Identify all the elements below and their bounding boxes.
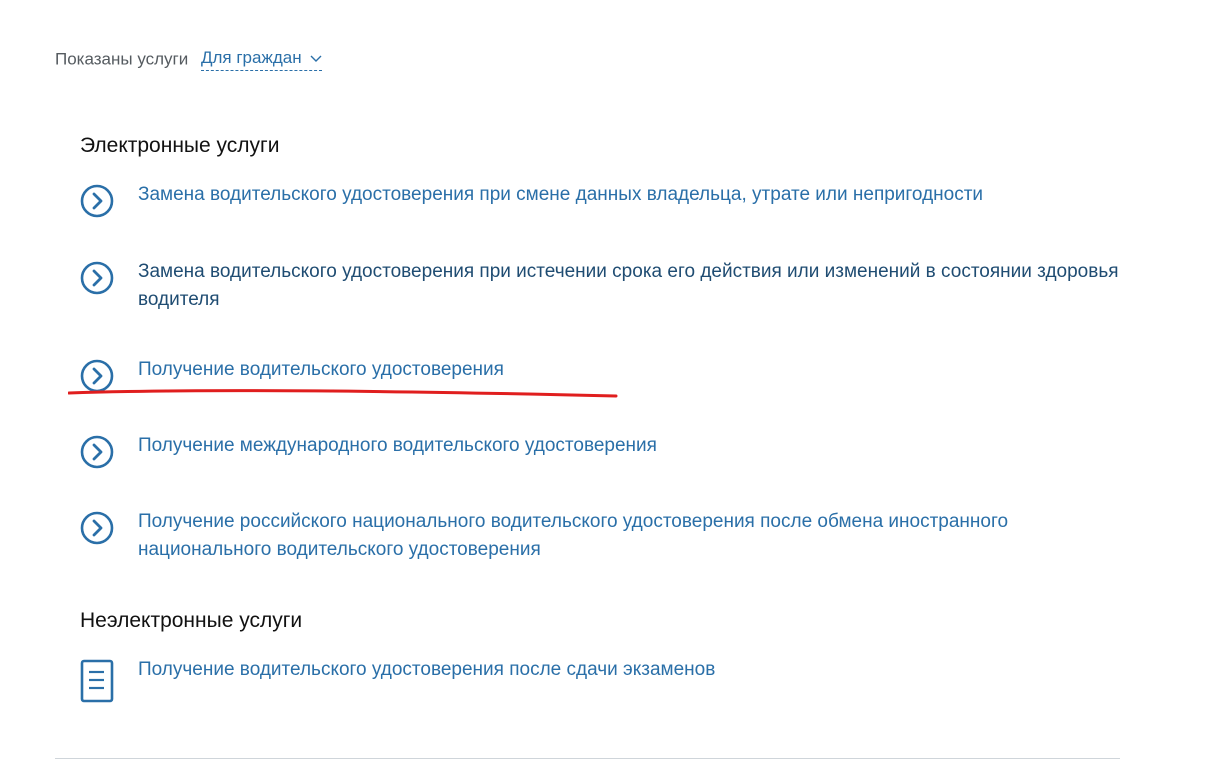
audience-dropdown[interactable]: Для граждан bbox=[201, 48, 323, 71]
circle-chevron-right-icon bbox=[80, 435, 114, 469]
service-link[interactable]: Замена водительского удостоверения при и… bbox=[138, 258, 1123, 314]
service-link[interactable]: Получение водительского удостоверения по… bbox=[138, 656, 1123, 684]
bottom-divider bbox=[55, 758, 1120, 759]
circle-chevron-right-icon bbox=[80, 261, 114, 295]
service-link[interactable]: Получение водительского удостоверения bbox=[138, 356, 1123, 384]
service-item-replacement-expiry[interactable]: Замена водительского удостоверения при и… bbox=[80, 261, 1123, 314]
audience-dropdown-value: Для граждан bbox=[201, 48, 302, 67]
electronic-services-heading: Электронные услуги bbox=[80, 134, 280, 157]
document-icon bbox=[80, 659, 114, 703]
service-item-international-license[interactable]: Получение международного водительского у… bbox=[80, 435, 1123, 469]
service-item-replacement-data-change[interactable]: Замена водительского удостоверения при с… bbox=[80, 184, 1123, 218]
service-item-foreign-exchange[interactable]: Получение российского национального води… bbox=[80, 511, 1123, 564]
service-link[interactable]: Получение российского национального води… bbox=[138, 508, 1123, 564]
service-link[interactable]: Замена водительского удостоверения при с… bbox=[138, 181, 1123, 209]
circle-chevron-right-icon bbox=[80, 184, 114, 218]
service-item-license-after-exams[interactable]: Получение водительского удостоверения по… bbox=[80, 659, 1123, 703]
services-filter: Показаны услуги Для граждан bbox=[55, 48, 323, 71]
filter-label: Показаны услуги bbox=[55, 49, 189, 69]
chevron-down-icon bbox=[310, 55, 322, 62]
service-link[interactable]: Получение международного водительского у… bbox=[138, 432, 1123, 460]
circle-chevron-right-icon bbox=[80, 511, 114, 545]
non-electronic-services-heading: Неэлектронные услуги bbox=[80, 609, 303, 632]
highlight-underline bbox=[68, 389, 618, 398]
